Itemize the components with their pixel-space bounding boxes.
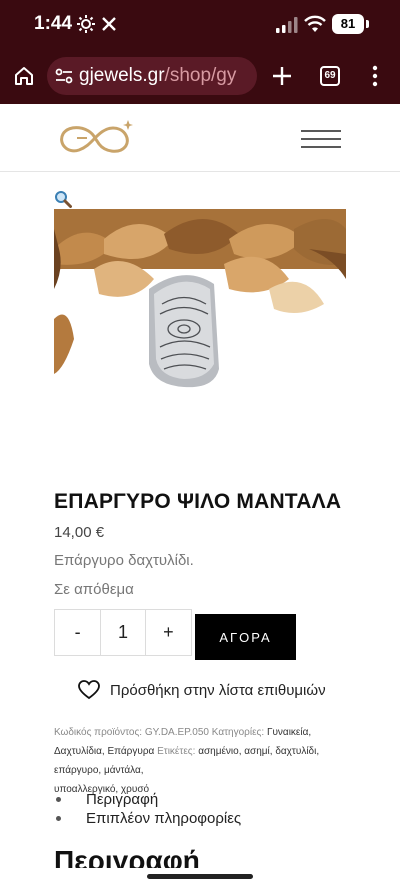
tab-additional-info-label: Επιπλέον πληροφορίες (86, 810, 242, 827)
status-bar: 1:44 81 (0, 0, 400, 50)
product-image[interactable] (54, 209, 346, 471)
battery-nub (366, 20, 369, 28)
signal-icon (276, 17, 298, 33)
address-bar[interactable]: gjewels.gr/shop/gy (47, 57, 257, 95)
quantity-decrease-button[interactable]: - (55, 610, 100, 655)
product-description: Επάργυρο δαχτυλίδι. (54, 552, 194, 569)
product-title: ΕΠΑΡΓΥΡΟ ΨΙΛΟ ΜΑΝΤΑΛΑ (54, 490, 342, 513)
browser-toolbar: gjewels.gr/shop/gy 69 (0, 50, 400, 104)
product-price: 14,00 € (54, 524, 105, 541)
tab-description-label: Περιγραφή (86, 791, 159, 808)
quantity-increase-button[interactable]: + (146, 610, 191, 655)
status-time: 1:44 (34, 13, 73, 34)
bullet (56, 816, 61, 821)
bullet (56, 797, 61, 802)
stock-status: Σε απόθεμα (54, 581, 134, 598)
x-logo-icon (102, 17, 116, 31)
new-tab-icon[interactable] (271, 65, 293, 87)
add-to-wishlist-link[interactable]: Πρόσθήκη στην λίστα επιθυμιών (78, 677, 338, 703)
sku-label: Κωδικός προϊόντος: (54, 727, 143, 738)
battery-indicator: 81 (332, 14, 364, 34)
tab-count-button[interactable]: 69 (320, 66, 340, 86)
site-header (0, 104, 400, 172)
product-meta: Κωδικός προϊόντος: GY.DA.EP.050 Κατηγορί… (54, 723, 354, 799)
home-indicator (147, 874, 253, 879)
product-tabs: Περιγραφή Επιπλέον πληροφορίες (54, 790, 241, 828)
buy-button[interactable]: ΑΓΟΡΑ (195, 614, 296, 660)
home-icon[interactable] (13, 65, 35, 87)
quantity-input[interactable]: 1 (100, 610, 146, 655)
tab-additional-info[interactable]: Επιπλέον πληροφορίες (54, 809, 241, 828)
wifi-icon (304, 15, 326, 32)
section-heading: Περιγραφή (54, 845, 200, 868)
tags-label: Ετικέτες: (157, 746, 196, 757)
url-domain: gjewels.gr (79, 65, 165, 86)
url-text: gjewels.gr/shop/gy (79, 65, 236, 87)
heart-icon (78, 680, 100, 700)
sku-value: GY.DA.EP.050 (144, 727, 209, 738)
site-logo[interactable] (55, 116, 135, 160)
wishlist-label: Πρόσθήκη στην λίστα επιθυμιών (110, 681, 326, 699)
quantity-stepper: - 1 + (54, 609, 192, 656)
more-menu-icon[interactable] (370, 65, 380, 87)
url-path: /shop/gy (164, 65, 237, 86)
categories-label: Κατηγορίες: (211, 727, 265, 738)
hamburger-menu-icon[interactable] (301, 128, 341, 150)
zoom-icon[interactable] (54, 190, 72, 208)
tab-description[interactable]: Περιγραφή (54, 790, 241, 809)
sun-icon (77, 15, 95, 33)
site-settings-icon[interactable] (55, 68, 73, 84)
